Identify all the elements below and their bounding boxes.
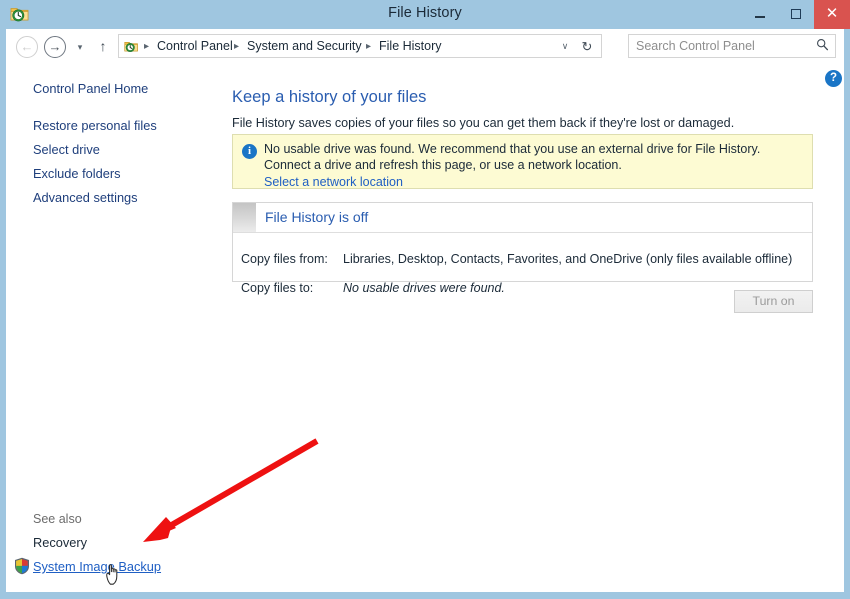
sidebar-item-exclude-folders[interactable]: Exclude folders — [33, 166, 121, 182]
info-icon: i — [242, 144, 257, 159]
sidebar: Control Panel Home Restore personal file… — [6, 64, 224, 592]
status-icon — [233, 203, 256, 232]
status-panel: File History is off Copy files from: Lib… — [232, 202, 813, 295]
address-bar[interactable]: ▸ Control Panel ▸ System and Security ▸ … — [118, 34, 602, 58]
breadcrumb-control-panel[interactable]: Control Panel — [157, 38, 233, 55]
info-banner: i No usable drive was found. We recommen… — [232, 134, 813, 189]
breadcrumb-separator: ▸ — [366, 41, 372, 52]
minimize-icon — [742, 0, 778, 29]
copy-files-to-label: Copy files to: — [241, 281, 314, 295]
file-history-window: File History ✕ ← → ▾ ↑ ▸ Control Panel ▸… — [0, 0, 850, 599]
recent-locations-button[interactable]: ▾ — [72, 42, 88, 54]
back-button[interactable]: ← — [16, 36, 38, 58]
sidebar-item-select-drive[interactable]: Select drive — [33, 142, 100, 158]
close-button[interactable]: ✕ — [814, 0, 850, 29]
select-network-location-link[interactable]: Select a network location — [264, 174, 403, 190]
search-input[interactable]: Search Control Panel — [636, 38, 755, 55]
sidebar-item-advanced-settings[interactable]: Advanced settings — [33, 190, 138, 206]
copy-files-from-label: Copy files from: — [241, 252, 328, 266]
breadcrumb-separator: ▸ — [144, 41, 150, 52]
minimize-button[interactable] — [742, 0, 778, 29]
chevron-down-icon[interactable]: ∨ — [557, 40, 573, 53]
breadcrumb-separator: ▸ — [234, 41, 240, 52]
main-pane: Keep a history of your files File Histor… — [224, 64, 844, 592]
info-banner-text: No usable drive was found. We recommend … — [264, 142, 761, 172]
copy-files-to-value: No usable drives were found. — [343, 281, 505, 295]
forward-button[interactable]: → — [44, 36, 66, 58]
sidebar-item-restore-personal-files[interactable]: Restore personal files — [33, 118, 157, 134]
file-history-icon — [124, 39, 139, 54]
maximize-icon — [778, 0, 814, 29]
see-also-item-system-image-backup[interactable]: System Image Backup — [33, 559, 161, 575]
navigation-bar: ← → ▾ ↑ ▸ Control Panel ▸ System and Sec… — [6, 29, 844, 64]
back-arrow-icon: ← — [20, 39, 34, 54]
status-panel-header: File History is off — [233, 203, 812, 233]
see-also-item-recovery[interactable]: Recovery — [33, 535, 87, 551]
breadcrumb-system-and-security[interactable]: System and Security — [247, 38, 362, 55]
search-icon — [815, 38, 829, 54]
forward-arrow-icon: → — [48, 39, 62, 54]
title-bar: File History ✕ — [0, 0, 850, 29]
sidebar-item-control-panel-home[interactable]: Control Panel Home — [33, 81, 148, 97]
page-description: File History saves copies of your files … — [232, 116, 735, 130]
uac-shield-icon — [14, 557, 30, 575]
status-badge: File History is off — [265, 209, 369, 225]
search-box[interactable]: Search Control Panel — [628, 34, 836, 58]
window-title: File History — [388, 5, 462, 21]
up-one-level-button[interactable]: ↑ — [94, 38, 112, 56]
copy-files-from-value: Libraries, Desktop, Contacts, Favorites,… — [343, 252, 793, 266]
maximize-button[interactable] — [778, 0, 814, 29]
close-icon: ✕ — [825, 5, 839, 22]
breadcrumb-file-history[interactable]: File History — [379, 38, 442, 55]
see-also-label: See also — [33, 512, 82, 526]
refresh-icon[interactable]: ↻ — [578, 38, 596, 55]
turn-on-button[interactable]: Turn on — [734, 290, 813, 313]
page-title: Keep a history of your files — [232, 88, 427, 106]
content-area: ? Control Panel Home Restore personal fi… — [6, 64, 844, 592]
